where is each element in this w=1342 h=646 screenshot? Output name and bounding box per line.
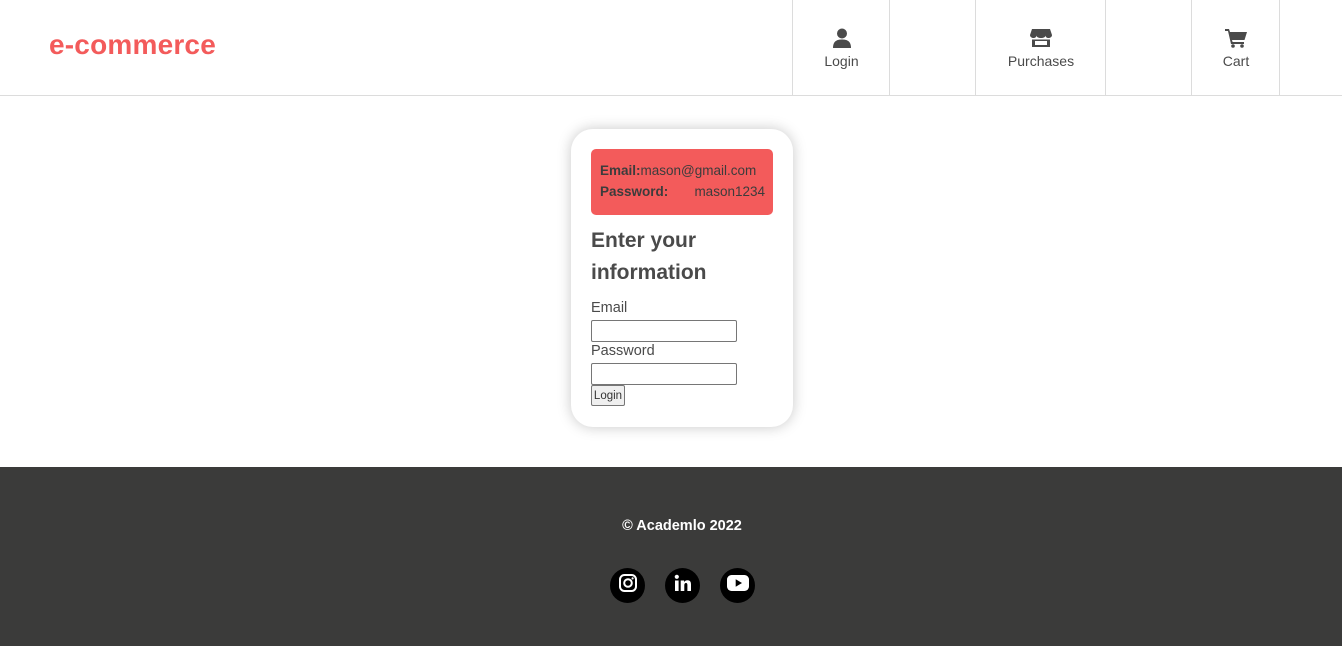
password-input[interactable]: [591, 363, 737, 385]
user-icon: [831, 27, 853, 49]
youtube-icon: [726, 575, 749, 596]
site-header: e-commerce Login Purchases Cart: [0, 0, 1342, 96]
email-label: Email: [591, 300, 628, 316]
hint-email-label: Email:: [600, 163, 641, 178]
hint-password-value: mason1234: [694, 184, 765, 199]
hint-email-value: mason@gmail.com: [640, 163, 757, 178]
instagram-icon: [618, 574, 637, 597]
nav-cart[interactable]: Cart: [1191, 0, 1280, 95]
nav-login-label: Login: [824, 52, 859, 69]
nav-spacer: [1279, 0, 1342, 95]
linkedin-link[interactable]: [665, 568, 700, 603]
password-label: Password: [591, 343, 655, 359]
form-title: Enter your information: [591, 229, 707, 284]
instagram-link[interactable]: [610, 568, 645, 603]
site-footer: © Academlo 2022: [0, 467, 1342, 646]
nav-spacer: [889, 0, 976, 95]
login-submit-button[interactable]: Login: [591, 385, 625, 406]
login-card: Email:mason@gmail.com Password: mason123…: [571, 129, 793, 427]
nav-cart-label: Cart: [1222, 52, 1250, 69]
linkedin-icon: [674, 574, 692, 597]
credentials-hint: Email:mason@gmail.com Password: mason123…: [591, 149, 773, 215]
nav-login[interactable]: Login: [792, 0, 890, 95]
nav-purchases-label: Purchases: [1007, 52, 1075, 69]
store-icon: [1030, 27, 1052, 49]
email-input[interactable]: [591, 320, 737, 342]
nav-purchases[interactable]: Purchases: [975, 0, 1106, 95]
cart-icon: [1225, 27, 1247, 49]
copyright-text: © Academlo 2022: [622, 518, 742, 534]
youtube-link[interactable]: [720, 568, 755, 603]
nav-spacer: [1105, 0, 1192, 95]
brand-logo[interactable]: e-commerce: [49, 29, 216, 61]
hint-password-label: Password:: [600, 184, 669, 199]
